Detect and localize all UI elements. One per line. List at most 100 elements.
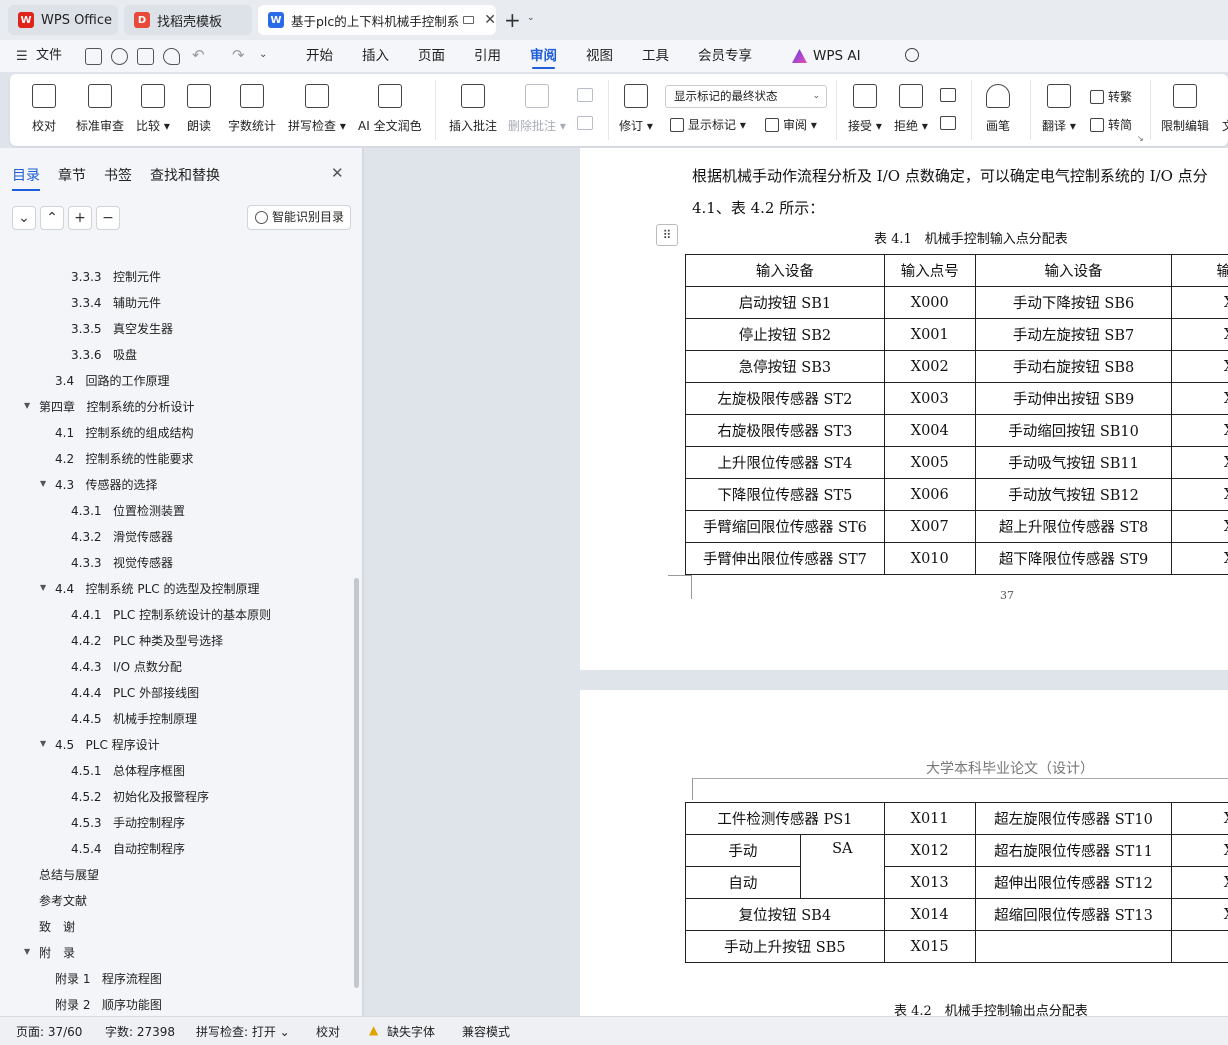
read-aloud-button[interactable]: 朗读 (187, 74, 211, 146)
proofread-button[interactable]: 校对 (32, 74, 56, 146)
add-heading-button[interactable]: + (68, 206, 92, 230)
expand-up-button[interactable]: ⌃ (40, 206, 64, 230)
to-simplified-button[interactable]: 转简 (1090, 116, 1132, 133)
ribbon-overflow-label[interactable]: 文 (1222, 117, 1228, 134)
nav-tab-find-replace[interactable]: 查找和替换 (150, 165, 220, 185)
toc-item[interactable]: 致 谢 (39, 918, 75, 935)
toc-item[interactable]: 4.4 控制系统 PLC 的选型及控制原理 (55, 580, 259, 597)
toc-item[interactable]: 3.3.3 控制元件 (71, 268, 161, 285)
tab-wps-office[interactable]: W WPS Office (8, 5, 118, 35)
toc-item[interactable]: 附录 2 顺序功能图 (55, 996, 162, 1013)
nav-tab-chapters[interactable]: 章节 (58, 165, 86, 185)
toc-item[interactable]: 3.3.6 吸盘 (71, 346, 137, 363)
toc-item[interactable]: 4.4.1 PLC 控制系统设计的基本原则 (71, 606, 271, 623)
toc-item[interactable]: 4.5.4 自动控制程序 (71, 840, 185, 857)
next-change-icon[interactable] (940, 116, 956, 130)
menu-review[interactable]: 审阅 (530, 40, 557, 72)
compat-mode-status[interactable]: 兼容模式 (462, 1023, 510, 1040)
previous-change-icon[interactable] (940, 88, 956, 102)
word-count-button[interactable]: 字数统计 (228, 74, 276, 146)
ai-polish-button[interactable]: AI 全文润色 (358, 74, 422, 146)
toc-item[interactable]: 4.1 控制系统的组成结构 (55, 424, 194, 441)
menu-wps-ai[interactable]: WPS AI (813, 40, 861, 72)
toc-item[interactable]: 参考文献 (39, 892, 87, 909)
close-pane-icon[interactable]: ✕ (331, 164, 344, 182)
toc-item[interactable]: 总结与展望 (39, 866, 99, 883)
expand-arrow-icon[interactable]: ▼ (40, 739, 46, 748)
insert-comment-button[interactable]: 插入批注 (449, 74, 497, 146)
to-traditional-button[interactable]: 转繁 (1090, 88, 1132, 105)
toc-item[interactable]: 4.4.5 机械手控制原理 (71, 710, 197, 727)
spell-check-status[interactable]: 拼写检查: 打开 ⌄ (196, 1023, 290, 1040)
show-markup-button[interactable]: 显示标记 ▾ (670, 116, 746, 133)
table-move-handle[interactable]: ⠿ (656, 224, 678, 246)
missing-font-status[interactable]: 缺失字体 (387, 1023, 435, 1040)
expand-arrow-icon[interactable]: ▼ (24, 947, 30, 956)
track-changes-button[interactable]: 修订 ▾ (619, 74, 653, 146)
next-comment-icon[interactable] (577, 116, 593, 130)
toc-item[interactable]: 4.3 传感器的选择 (55, 476, 158, 493)
menu-home[interactable]: 开始 (306, 40, 333, 72)
expand-arrow-icon[interactable]: ▼ (24, 401, 30, 410)
word-count[interactable]: 字数: 27398 (105, 1023, 175, 1040)
translate-button[interactable]: 翻译 ▾ (1042, 74, 1076, 146)
menu-file[interactable]: 文件 (36, 40, 62, 72)
page-indicator[interactable]: 页面: 37/60 (16, 1023, 82, 1040)
hamburger-icon[interactable]: ☰ (16, 49, 28, 64)
expand-arrow-icon[interactable]: ▼ (40, 479, 46, 488)
accept-button[interactable]: 接受 ▾ (848, 74, 882, 146)
more-chevron-icon[interactable]: ⌄ (259, 49, 267, 60)
toc-item[interactable]: 4.5.3 手动控制程序 (71, 814, 185, 831)
menu-references[interactable]: 引用 (474, 40, 501, 72)
toc-item[interactable]: 4.4.3 I/O 点数分配 (71, 658, 182, 675)
toc-scrollbar-thumb[interactable] (354, 578, 359, 988)
toc-item[interactable]: 3.3.4 辅助元件 (71, 294, 161, 311)
tab-document[interactable]: W 基于plc的上下料机械手控制系 ✕ (258, 5, 496, 35)
restrict-editing-button[interactable]: 限制编辑 (1161, 74, 1209, 146)
expand-arrow-icon[interactable]: ▼ (40, 583, 46, 592)
delete-comment-button[interactable]: 删除批注 ▾ (508, 74, 566, 146)
toc-item[interactable]: 3.3.5 真空发生器 (71, 320, 173, 337)
standard-review-button[interactable]: 标准审查 (76, 74, 124, 146)
toc-item[interactable]: 附录 1 程序流程图 (55, 970, 162, 987)
remove-heading-button[interactable]: − (96, 206, 120, 230)
pen-button[interactable]: 画笔 (986, 74, 1010, 146)
chevron-down-icon[interactable]: ⌄ (527, 13, 535, 23)
previous-comment-icon[interactable] (577, 88, 593, 102)
menu-view[interactable]: 视图 (586, 40, 613, 72)
nav-tab-toc[interactable]: 目录 (12, 165, 40, 191)
nav-tab-bookmarks[interactable]: 书签 (104, 165, 132, 185)
toc-item[interactable]: 第四章 控制系统的分析设计 (39, 398, 194, 415)
toc-item[interactable]: 4.3.2 滑觉传感器 (71, 528, 173, 545)
toc-item[interactable]: 4.3.1 位置检测装置 (71, 502, 185, 519)
markup-display-select[interactable]: 显示标记的最终状态 ⌄ (665, 85, 827, 108)
review-pane-button[interactable]: 审阅 ▾ (765, 116, 817, 133)
print-icon[interactable] (137, 48, 154, 65)
smart-toc-button[interactable]: 智能识别目录 (247, 205, 351, 230)
toc-item[interactable]: 4.5 PLC 程序设计 (55, 736, 160, 753)
collapse-all-button[interactable]: ⌄ (12, 206, 36, 230)
new-tab-icon[interactable]: + (504, 8, 521, 32)
toc-item[interactable]: 4.4.2 PLC 种类及型号选择 (71, 632, 223, 649)
menu-membership[interactable]: 会员专享 (698, 40, 752, 72)
reject-button[interactable]: 拒绝 ▾ (894, 74, 928, 146)
menu-page[interactable]: 页面 (418, 40, 445, 72)
toc-item[interactable]: 4.4.4 PLC 外部接线图 (71, 684, 199, 701)
spell-check-button[interactable]: 拼写检查 ▾ (288, 74, 346, 146)
toc-item[interactable]: 附 录 (39, 944, 75, 961)
toc-item[interactable]: 4.5.2 初始化及报警程序 (71, 788, 209, 805)
tab-template[interactable]: D 找稻壳模板 (124, 5, 252, 35)
search-icon[interactable] (905, 48, 919, 62)
menu-tools[interactable]: 工具 (642, 40, 669, 72)
undo-icon[interactable]: ↶ (192, 46, 205, 64)
save-icon[interactable] (85, 48, 102, 65)
print-preview-icon[interactable] (163, 48, 180, 65)
proofread-status[interactable]: 校对 (316, 1023, 340, 1040)
share-icon[interactable] (111, 48, 128, 65)
toc-item[interactable]: 3.4 回路的工作原理 (55, 372, 170, 389)
close-tab-icon[interactable]: ✕ (484, 12, 496, 28)
toc-item[interactable]: 4.2 控制系统的性能要求 (55, 450, 194, 467)
toc-item[interactable]: 4.5.1 总体程序框图 (71, 762, 185, 779)
redo-icon[interactable]: ↷ (232, 46, 245, 64)
compare-button[interactable]: 比较 ▾ (136, 74, 170, 146)
